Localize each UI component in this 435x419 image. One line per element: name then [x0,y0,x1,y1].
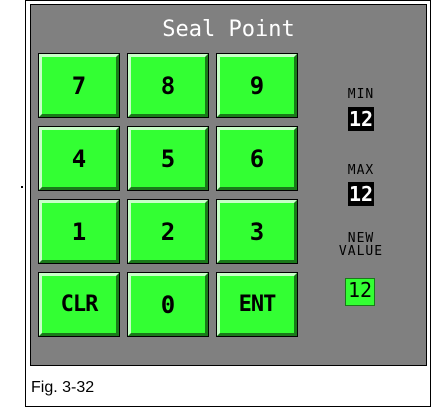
clear-button[interactable]: CLR [38,272,120,337]
min-label: MIN [347,87,375,102]
max-label: MAX [347,163,375,178]
key-1[interactable]: 1 [38,199,120,264]
key-9[interactable]: 9 [216,53,298,118]
key-8[interactable]: 8 [127,53,209,118]
new-value-label-line2: VALUE [338,244,384,259]
key-5[interactable]: 5 [127,126,209,191]
key-2[interactable]: 2 [127,199,209,264]
figure-caption: Fig. 3-32 [31,379,95,396]
leader-mark [21,186,23,188]
key-0[interactable]: 0 [127,272,209,337]
screen-title: Seal Point [162,17,295,42]
max-value: 12 [348,182,374,206]
enter-button[interactable]: ENT [216,272,298,337]
new-value-field[interactable]: 12 [345,278,375,306]
key-4[interactable]: 4 [38,126,120,191]
key-6[interactable]: 6 [216,126,298,191]
key-7[interactable]: 7 [38,53,120,118]
key-3[interactable]: 3 [216,199,298,264]
min-value: 12 [348,107,374,131]
